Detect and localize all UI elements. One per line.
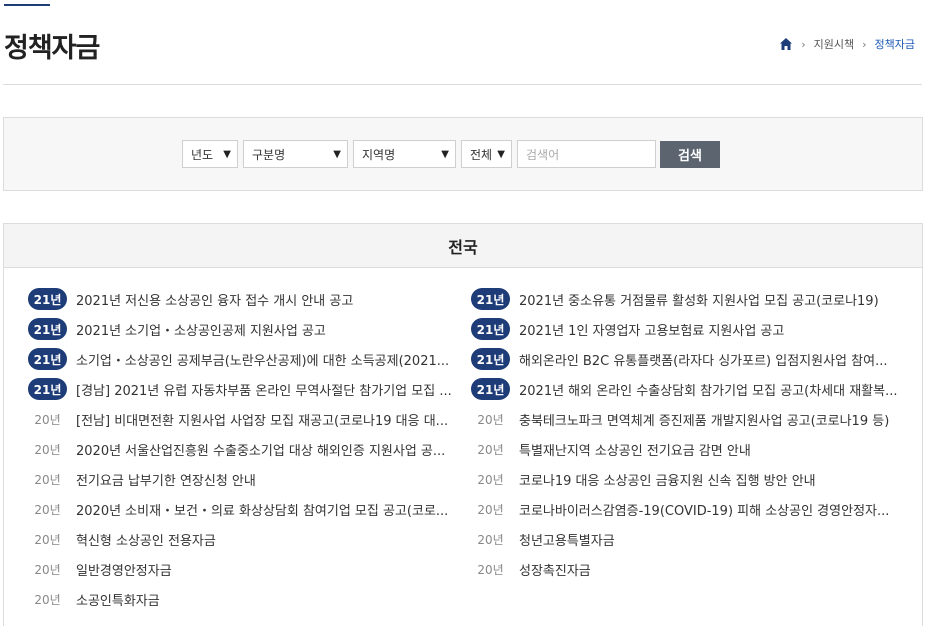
list-item-title[interactable]: 2021년 중소유통 거점물류 활성화 지원사업 모집 공고(코로나19) [519, 290, 879, 309]
list-item-title[interactable]: 2020년 소비재・보건・의료 화상상담회 참여기업 모집 공고(코로... [76, 500, 448, 519]
year-select-value: 년도 [191, 147, 214, 162]
list-item-title[interactable]: 코로나19 대응 소상공인 금융지원 신속 집행 방안 안내 [519, 470, 816, 489]
year-badge: 21년 [28, 348, 67, 370]
scope-select-value: 전체 [470, 147, 493, 162]
year-badge: 20년 [477, 472, 504, 487]
breadcrumb: › 지원시책 › 정책자금 [779, 36, 915, 52]
list-item[interactable]: 21년 2021년 해외 온라인 수출상담회 참가기업 모집 공고(차세대 재활복… [471, 374, 901, 404]
year-badge: 21년 [471, 378, 510, 400]
region-select[interactable]: 지역명 ▼ [353, 140, 456, 168]
top-accent-bar [4, 4, 50, 6]
list-item[interactable]: 21년 해외온라인 B2C 유통플랫폼(라자다 싱가포르) 입점지원사업 참여..… [471, 344, 901, 374]
list-item[interactable]: 20년 일반경영안정자금 [28, 554, 458, 584]
list-item-title[interactable]: 코로나바이러스감염증-19(COVID-19) 피해 소상공인 경영안정자... [519, 500, 889, 519]
year-badge: 20년 [34, 562, 61, 577]
list-item[interactable]: 21년 [경남] 2021년 유럽 자동차부품 온라인 무역사절단 참가기업 모집… [28, 374, 458, 404]
list-item-title[interactable]: 충북테크노파크 면역체계 증진제품 개발지원사업 공고(코로나19 등) [519, 410, 889, 429]
chevron-down-icon: ▼ [497, 148, 505, 160]
list-header: 전국 [4, 224, 922, 268]
list-item[interactable]: 20년 코로나19 대응 소상공인 금융지원 신속 집행 방안 안내 [471, 464, 901, 494]
chevron-right-icon: › [801, 37, 806, 51]
year-badge: 20년 [34, 442, 61, 457]
chevron-right-icon: › [862, 37, 867, 51]
list-item[interactable]: 20년 [전남] 비대면전환 지원사업 사업장 모집 재공고(코로나19 대응 대… [28, 404, 458, 434]
list-item[interactable]: 20년 청년고용특별자금 [471, 524, 901, 554]
chevron-down-icon: ▼ [441, 148, 449, 160]
year-badge: 21년 [471, 288, 510, 310]
list-item[interactable]: 20년 코로나바이러스감염증-19(COVID-19) 피해 소상공인 경영안정자… [471, 494, 901, 524]
list-item-title[interactable]: 일반경영안정자금 [76, 560, 172, 579]
search-button[interactable]: 검색 [660, 140, 720, 168]
year-badge: 20년 [477, 502, 504, 517]
year-badge: 20년 [477, 442, 504, 457]
page-title: 정책자금 [4, 33, 100, 64]
list-item-title[interactable]: 해외온라인 B2C 유통플랫폼(라자다 싱가포르) 입점지원사업 참여... [519, 350, 887, 369]
chevron-down-icon: ▼ [333, 148, 341, 160]
year-badge: 21년 [28, 318, 67, 340]
home-icon[interactable] [779, 37, 793, 51]
year-badge: 21년 [471, 348, 510, 370]
list-item-title[interactable]: 2021년 1인 자영업자 고용보험료 지원사업 공고 [519, 320, 784, 339]
list-column-left: 21년 2021년 저신용 소상공인 융자 접수 개시 안내 공고 21년 2021년… [28, 284, 458, 614]
list-item[interactable]: 20년 2020년 서울산업진흥원 수출중소기업 대상 해외인증 지원사업 공..… [28, 434, 458, 464]
year-badge: 21년 [28, 288, 67, 310]
category-select[interactable]: 구분명 ▼ [243, 140, 348, 168]
list-item[interactable]: 21년 2021년 1인 자영업자 고용보험료 지원사업 공고 [471, 314, 901, 344]
list-item-title[interactable]: 2021년 소기업・소상공인공제 지원사업 공고 [76, 320, 326, 339]
list-item-title[interactable]: 전기요금 납부기한 연장신청 안내 [76, 470, 256, 489]
breadcrumb-item-current[interactable]: 정책자금 [875, 36, 915, 52]
list-item[interactable]: 20년 특별재난지역 소상공인 전기요금 감면 안내 [471, 434, 901, 464]
year-badge: 20년 [477, 412, 504, 427]
list-item-title[interactable]: 소공인특화자금 [76, 590, 160, 609]
list-item-title[interactable]: [경남] 2021년 유럽 자동차부품 온라인 무역사절단 참가기업 모집 ..… [76, 380, 452, 399]
list-item-title[interactable]: 소기업・소상공인 공제부금(노란우산공제)에 대한 소득공제(2021... [76, 350, 449, 369]
year-badge: 20년 [34, 502, 61, 517]
list-item[interactable]: 20년 2020년 소비재・보건・의료 화상상담회 참여기업 모집 공고(코로..… [28, 494, 458, 524]
policy-fund-list: 전국 21년 2021년 저신용 소상공인 융자 접수 개시 안내 공고 21년 20… [3, 223, 923, 626]
search-form: 년도 ▼ 구분명 ▼ 지역명 ▼ 전체 ▼ 검색어 검색 [182, 140, 720, 168]
scope-select[interactable]: 전체 ▼ [461, 140, 512, 168]
list-item-title[interactable]: 청년고용특별자금 [519, 530, 615, 549]
year-badge: 21년 [28, 378, 67, 400]
list-item-title[interactable]: 성장촉진자금 [519, 560, 591, 579]
year-badge: 20년 [477, 532, 504, 547]
list-item[interactable]: 20년 소공인특화자금 [28, 584, 458, 614]
chevron-down-icon: ▼ [223, 148, 231, 160]
list-item-title[interactable]: 2021년 저신용 소상공인 융자 접수 개시 안내 공고 [76, 290, 353, 309]
list-item[interactable]: 21년 2021년 중소유통 거점물류 활성화 지원사업 모집 공고(코로나19) [471, 284, 901, 314]
year-badge: 21년 [471, 318, 510, 340]
list-item[interactable]: 20년 성장촉진자금 [471, 554, 901, 584]
search-input[interactable]: 검색어 [517, 140, 656, 168]
year-badge: 20년 [34, 472, 61, 487]
region-select-value: 지역명 [362, 147, 396, 162]
list-item[interactable]: 20년 전기요금 납부기한 연장신청 안내 [28, 464, 458, 494]
breadcrumb-item-support[interactable]: 지원시책 [814, 36, 854, 52]
list-item-title[interactable]: 혁신형 소상공인 전용자금 [76, 530, 216, 549]
year-badge: 20년 [34, 412, 61, 427]
list-item[interactable]: 20년 혁신형 소상공인 전용자금 [28, 524, 458, 554]
list-item[interactable]: 20년 충북테크노파크 면역체계 증진제품 개발지원사업 공고(코로나19 등) [471, 404, 901, 434]
year-badge: 20년 [477, 562, 504, 577]
list-item[interactable]: 21년 2021년 소기업・소상공인공제 지원사업 공고 [28, 314, 458, 344]
list-item[interactable]: 21년 2021년 저신용 소상공인 융자 접수 개시 안내 공고 [28, 284, 458, 314]
search-panel: 년도 ▼ 구분명 ▼ 지역명 ▼ 전체 ▼ 검색어 검색 [3, 117, 923, 191]
title-divider [3, 84, 922, 85]
year-badge: 20년 [34, 592, 61, 607]
year-badge: 20년 [34, 532, 61, 547]
list-column-right: 21년 2021년 중소유통 거점물류 활성화 지원사업 모집 공고(코로나19)… [471, 284, 901, 584]
list-item-title[interactable]: 2020년 서울산업진흥원 수출중소기업 대상 해외인증 지원사업 공... [76, 440, 445, 459]
year-select[interactable]: 년도 ▼ [182, 140, 238, 168]
list-item-title[interactable]: [전남] 비대면전환 지원사업 사업장 모집 재공고(코로나19 대응 대... [76, 410, 448, 429]
list-item-title[interactable]: 2021년 해외 온라인 수출상담회 참가기업 모집 공고(차세대 재활복... [519, 380, 897, 399]
list-item-title[interactable]: 특별재난지역 소상공인 전기요금 감면 안내 [519, 440, 751, 459]
list-item[interactable]: 21년 소기업・소상공인 공제부금(노란우산공제)에 대한 소득공제(2021..… [28, 344, 458, 374]
category-select-value: 구분명 [252, 147, 286, 162]
